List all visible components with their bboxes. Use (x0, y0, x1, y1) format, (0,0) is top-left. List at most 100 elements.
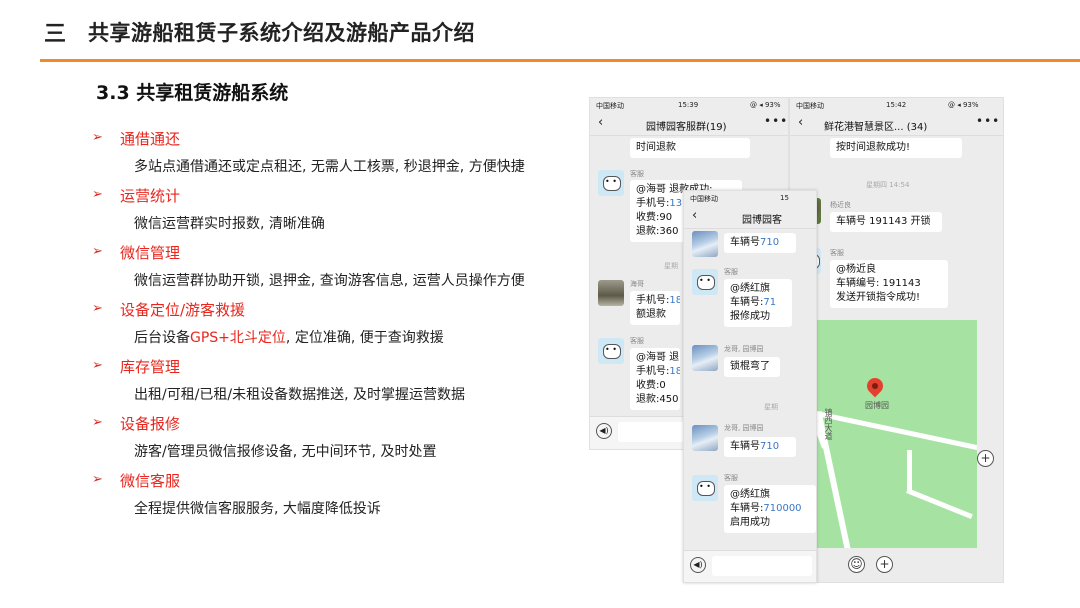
back-arrow-icon[interactable]: ‹ (798, 115, 803, 130)
phone-number-link[interactable]: 13 (669, 198, 682, 209)
sender-name: 客服 (830, 249, 844, 257)
sender-name: 杨近良 (830, 201, 851, 209)
voice-icon[interactable]: ◀) (690, 557, 706, 573)
more-icon[interactable]: ••• (764, 114, 788, 128)
header-divider (40, 59, 1080, 62)
message-bubble: @绣红旗 车辆号:710000 启用成功 (724, 485, 816, 533)
map-road (817, 410, 977, 455)
chat-header: ‹ 鲜花港智慧景区... (34) ••• (790, 112, 1003, 136)
desc-highlight: GPS+北斗定位 (190, 330, 286, 346)
message-bubble: 手机号:188 额退款 (630, 291, 680, 325)
feature-desc: 微信运营群协助开锁, 退押金, 查询游客信息, 运营人员操作方便 (134, 273, 525, 289)
feature-title: 通借通还 (120, 130, 181, 148)
voice-icon[interactable]: ◀) (596, 423, 612, 439)
arrow-bullet-icon: ➢ (92, 358, 103, 373)
arrow-bullet-icon: ➢ (92, 187, 103, 202)
message-input[interactable] (712, 556, 812, 576)
slide-header: 三 共享游船租赁子系统介绍及游船产品介绍 (0, 0, 1080, 62)
phone-screenshot-3: 中国移动 15:42 @ ◂ 93% ‹ 鲜花港智慧景区... (34) •••… (789, 97, 1004, 583)
battery-text: @ ◂ 93% (750, 101, 781, 109)
map-place-label: 园博园 (865, 401, 889, 410)
arrow-bullet-icon: ➢ (92, 472, 103, 487)
member-count: (34) (906, 122, 928, 133)
chat-title-text: 鲜花港智慧景区... (824, 122, 904, 133)
message-text: 车辆号: (730, 297, 764, 308)
vehicle-number-link[interactable]: 710 (760, 441, 779, 452)
message-line: 发送开锁指令成功! (836, 292, 921, 303)
message-bubble: @杨近良 车辆编号: 191143 发送开锁指令成功! (830, 260, 948, 308)
time-separator: 星期 (764, 403, 778, 411)
vehicle-number-link[interactable]: 710 (760, 237, 779, 248)
message-line: 手机号:18 (636, 365, 680, 379)
robot-avatar (598, 170, 624, 196)
feature-title: 设备定位/游客救援 (120, 301, 246, 319)
location-pin-icon[interactable] (863, 374, 887, 398)
feature-title: 设备报修 (120, 415, 181, 433)
message-bubble: @绣红旗 车辆号:71 报修成功 (724, 279, 792, 327)
message-line: 手机号:188 (636, 294, 680, 308)
message-text: 手机号: (636, 295, 670, 306)
phone-number-link[interactable]: 188 (669, 295, 680, 306)
message-line: @海哥 退 (636, 352, 680, 363)
robot-avatar (692, 269, 718, 295)
arrow-bullet-icon: ➢ (92, 244, 103, 259)
more-icon[interactable]: ••• (976, 114, 1000, 128)
carrier-text: 中国移动 (690, 195, 718, 203)
feature-title: 微信管理 (120, 244, 181, 262)
map-road (906, 488, 973, 520)
status-bar: 中国移动 15:42 @ ◂ 93% (790, 98, 1003, 112)
feature-list: ➢ 通借通还 多站点通借通还或定点租还, 无需人工核票, 秒退押金, 方便快捷 … (90, 128, 580, 527)
message-line: 车辆编号: 191143 (836, 278, 921, 289)
vehicle-number-link[interactable]: 71 (763, 297, 776, 308)
desc-prefix: 后台设备 (134, 330, 190, 346)
sender-name: 龙哥, 园博园 (724, 424, 764, 432)
message-bubble: 锁棍弯了 (724, 357, 780, 377)
sender-name: 客服 (630, 170, 644, 178)
map-road-label: 镇西大道 (824, 408, 833, 440)
feature-desc: 微信运营群实时报数, 清晰准确 (134, 216, 325, 232)
message-bubble: @海哥 退 手机号:18 收费:0 退款:450 (630, 348, 680, 410)
slide-title: 共享游船租赁子系统介绍及游船产品介绍 (88, 21, 475, 45)
emoji-icon[interactable]: ☺ (848, 556, 865, 573)
robot-avatar (692, 475, 718, 501)
back-arrow-icon[interactable]: ‹ (598, 115, 603, 130)
message-line: 报修成功 (730, 311, 770, 322)
carrier-text: 中国移动 (596, 102, 624, 110)
chat-title: 园博园客 (742, 215, 782, 226)
carrier-text: 中国移动 (796, 102, 824, 110)
battery-text: @ ◂ 93% (948, 101, 979, 109)
message-text: 车辆号: (730, 503, 764, 514)
input-bar: ◀) (684, 550, 816, 582)
plus-icon[interactable]: + (876, 556, 893, 573)
feature-item: ➢ 设备报修 游客/管理员微信报修设备, 无中间环节, 及时处置 (90, 413, 580, 470)
user-avatar (692, 231, 718, 257)
map-road (907, 450, 912, 490)
message-line: @绣红旗 (730, 489, 770, 500)
back-arrow-icon[interactable]: ‹ (692, 208, 697, 223)
feature-desc: 后台设备GPS+北斗定位, 定位准确, 便于查询救援 (134, 327, 444, 347)
clock-text: 15:42 (886, 101, 907, 109)
message-line: 退款:450 (636, 394, 679, 405)
chat-header: ‹ 园博园客 (684, 205, 816, 229)
arrow-bullet-icon: ➢ (92, 301, 103, 316)
feature-title: 运营统计 (120, 187, 181, 205)
phone-screenshot-2: 中国移动 15 ‹ 园博园客 车辆号710 客服 @绣红旗 车辆号:71 报修成… (683, 190, 817, 583)
time-separator: 星期 (664, 262, 678, 270)
message-input[interactable] (618, 422, 688, 442)
message-text: 车辆号 (730, 441, 760, 452)
map-view[interactable]: 园博园 镇西大道 (817, 320, 977, 548)
section-number: 三 (44, 22, 67, 47)
message-text: 车辆号 (730, 237, 760, 248)
feature-item: ➢ 微信客服 全程提供微信客服服务, 大幅度降低投诉 (90, 470, 580, 527)
vehicle-number-link[interactable]: 710000 (763, 503, 801, 514)
user-avatar (692, 345, 718, 371)
feature-item: ➢ 微信管理 微信运营群协助开锁, 退押金, 查询游客信息, 运营人员操作方便 (90, 242, 580, 299)
phone-number-link[interactable]: 18 (669, 366, 680, 377)
message-text: 手机号: (636, 198, 670, 209)
message-bubble: 按时间退款成功! (830, 138, 962, 158)
message-line: @绣红旗 (730, 283, 770, 294)
plus-icon[interactable]: + (977, 450, 994, 467)
clock-text: 15 (780, 194, 789, 202)
feature-item: ➢ 通借通还 多站点通借通还或定点租还, 无需人工核票, 秒退押金, 方便快捷 (90, 128, 580, 185)
arrow-bullet-icon: ➢ (92, 130, 103, 145)
